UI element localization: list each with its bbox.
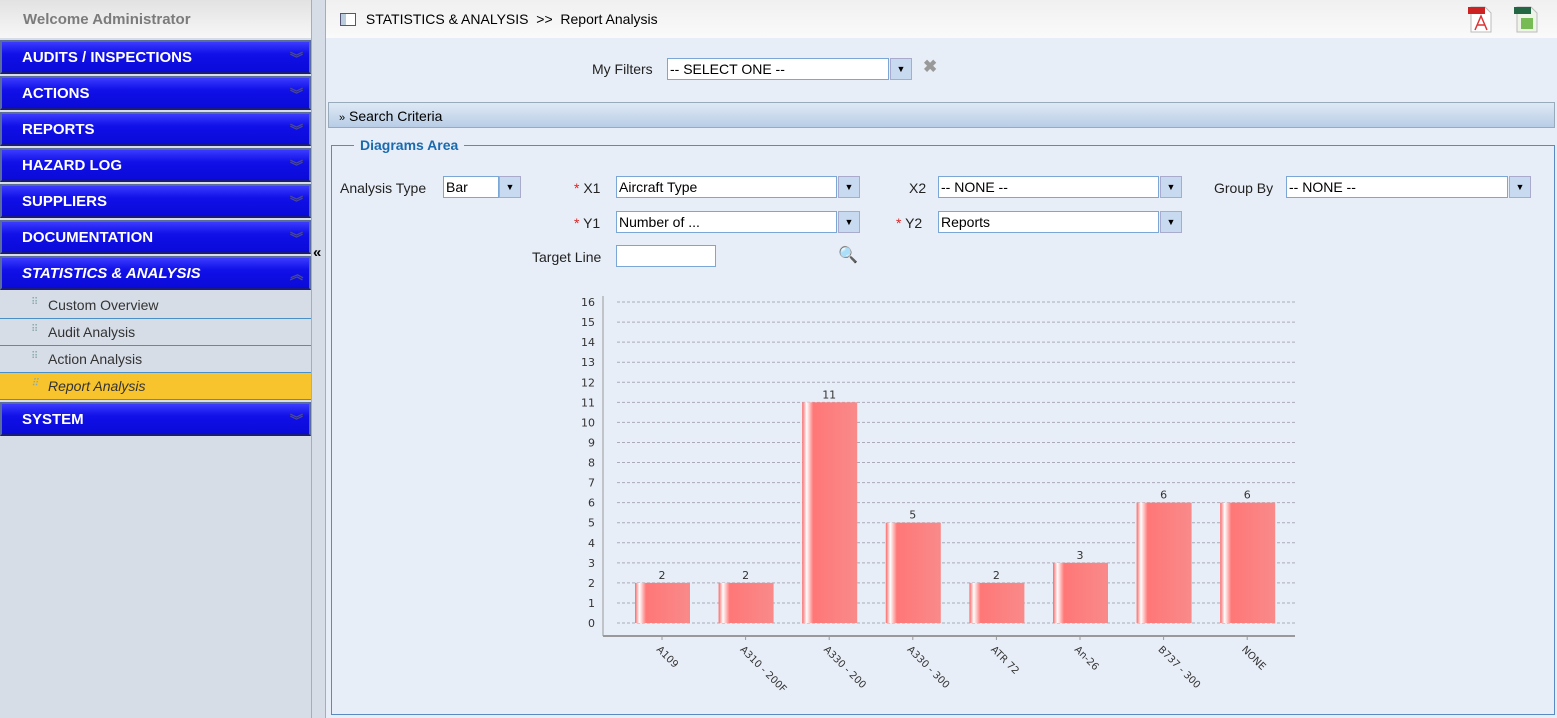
y-tick-label: 10 [581,416,595,429]
y-tick-label: 16 [581,296,595,309]
y-tick-label: 5 [588,517,595,530]
data-label: 11 [822,388,836,401]
bar [885,522,941,623]
y-tick-label: 3 [588,557,595,570]
y-tick-label: 12 [581,376,595,389]
y-tick-label: 7 [588,477,595,490]
x-tick-label: A330 - 200 [821,644,868,691]
x-tick-label: ATR 72 [988,644,1021,677]
y-tick-label: 4 [588,537,595,550]
bar [802,402,858,623]
x-tick-label: A109 [654,644,680,670]
bar [969,582,1025,623]
y-tick-label: 9 [588,436,595,449]
bar-chart: 0123456789101112131415162A1092A310 - 200… [581,296,1295,695]
data-label: 2 [742,569,749,582]
y-tick-label: 15 [581,316,595,329]
x-tick-label: NONE [1239,644,1267,672]
data-label: 3 [1077,549,1084,562]
data-label: 2 [993,569,1000,582]
x-tick-label: B737 - 300 [1155,644,1202,691]
bar [1136,502,1192,623]
y-tick-label: 11 [581,396,595,409]
data-label: 5 [909,509,916,522]
y-tick-label: 0 [588,617,595,630]
bar [718,582,774,623]
x-tick-label: A310 - 200F [737,644,788,695]
y-tick-label: 1 [588,597,595,610]
data-label: 6 [1160,489,1167,502]
data-label: 2 [659,569,666,582]
y-tick-label: 2 [588,577,595,590]
x-tick-label: An-26 [1072,644,1101,673]
y-tick-label: 13 [581,356,595,369]
bar [1053,562,1108,623]
y-tick-label: 14 [581,336,595,349]
y-tick-label: 8 [588,457,595,470]
bar [1220,502,1276,623]
x-tick-label: A330 - 300 [905,644,952,691]
data-label: 6 [1244,489,1251,502]
y-tick-label: 6 [588,497,595,510]
bar [635,582,690,623]
